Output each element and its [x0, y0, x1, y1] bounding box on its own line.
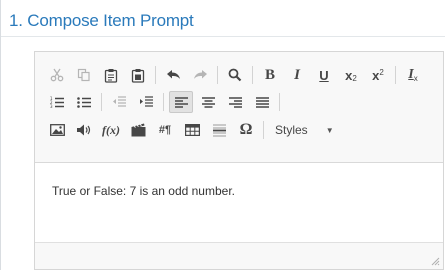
toolbar-separator — [163, 93, 164, 111]
video-icon[interactable] — [126, 119, 150, 141]
chevron-down-icon: ▼ — [325, 125, 334, 135]
title-divider — [1, 36, 445, 37]
toolbar-row-clipboard-format: B I U x2 x2 Ix — [45, 62, 428, 88]
formula-icon[interactable]: f(x) — [99, 119, 123, 141]
horizontal-line-icon[interactable] — [207, 119, 231, 141]
paste-text-icon[interactable] — [126, 64, 150, 86]
bulleted-list-icon[interactable] — [72, 91, 96, 113]
image-icon[interactable] — [45, 119, 69, 141]
table-icon[interactable] — [180, 119, 204, 141]
toolbar-separator — [155, 66, 156, 84]
remove-format-icon[interactable]: Ix — [401, 64, 425, 86]
resize-grip-icon[interactable] — [430, 256, 440, 266]
toolbar-row-insert: f(x) #¶ Ω Styles ▼ — [45, 117, 365, 143]
anchor-paragraph-icon[interactable]: #¶ — [153, 119, 177, 141]
justify-icon[interactable] — [250, 91, 274, 113]
editor-content[interactable]: True or False: 7 is an odd number. — [52, 184, 235, 198]
find-icon[interactable] — [223, 64, 247, 86]
superscript-icon[interactable]: x2 — [366, 64, 390, 86]
italic-icon[interactable]: I — [285, 64, 309, 86]
audio-icon[interactable] — [72, 119, 96, 141]
underline-icon[interactable]: U — [312, 64, 336, 86]
toolbar-separator — [263, 121, 264, 139]
decrease-indent-icon[interactable] — [107, 91, 131, 113]
bold-icon[interactable]: B — [258, 64, 282, 86]
numbered-list-icon[interactable]: 123 — [45, 91, 69, 113]
subscript-icon[interactable]: x2 — [339, 64, 363, 86]
svg-text:3: 3 — [50, 104, 53, 108]
rich-text-editor: B I U x2 x2 Ix 123 f(x) #¶ Ω Styles ▼ Tr… — [34, 51, 444, 270]
align-center-icon[interactable] — [196, 91, 220, 113]
cut-icon[interactable] — [45, 64, 69, 86]
toolbar-row-paragraph: 123 — [45, 89, 285, 115]
editor-footer — [35, 242, 443, 269]
styles-dropdown[interactable]: Styles ▼ — [269, 119, 365, 141]
compose-item-panel: 1. Compose Item Prompt B I U x 2 x 2 I x… — [0, 0, 445, 270]
special-character-icon[interactable]: Ω — [234, 119, 258, 141]
toolbar-separator — [101, 93, 102, 111]
align-right-icon[interactable] — [223, 91, 247, 113]
redo-icon[interactable] — [188, 64, 212, 86]
increase-indent-icon[interactable] — [134, 91, 158, 113]
editor-toolbar: B I U x2 x2 Ix 123 f(x) #¶ Ω Styles ▼ — [35, 52, 443, 163]
styles-dropdown-label: Styles — [275, 123, 308, 137]
undo-icon[interactable] — [161, 64, 185, 86]
toolbar-separator — [395, 66, 396, 84]
toolbar-separator — [217, 66, 218, 84]
align-left-icon[interactable] — [169, 91, 193, 113]
page-title: 1. Compose Item Prompt — [9, 11, 194, 30]
toolbar-separator — [252, 66, 253, 84]
toolbar-separator — [279, 93, 280, 111]
copy-icon[interactable] — [72, 64, 96, 86]
paste-icon[interactable] — [99, 64, 123, 86]
